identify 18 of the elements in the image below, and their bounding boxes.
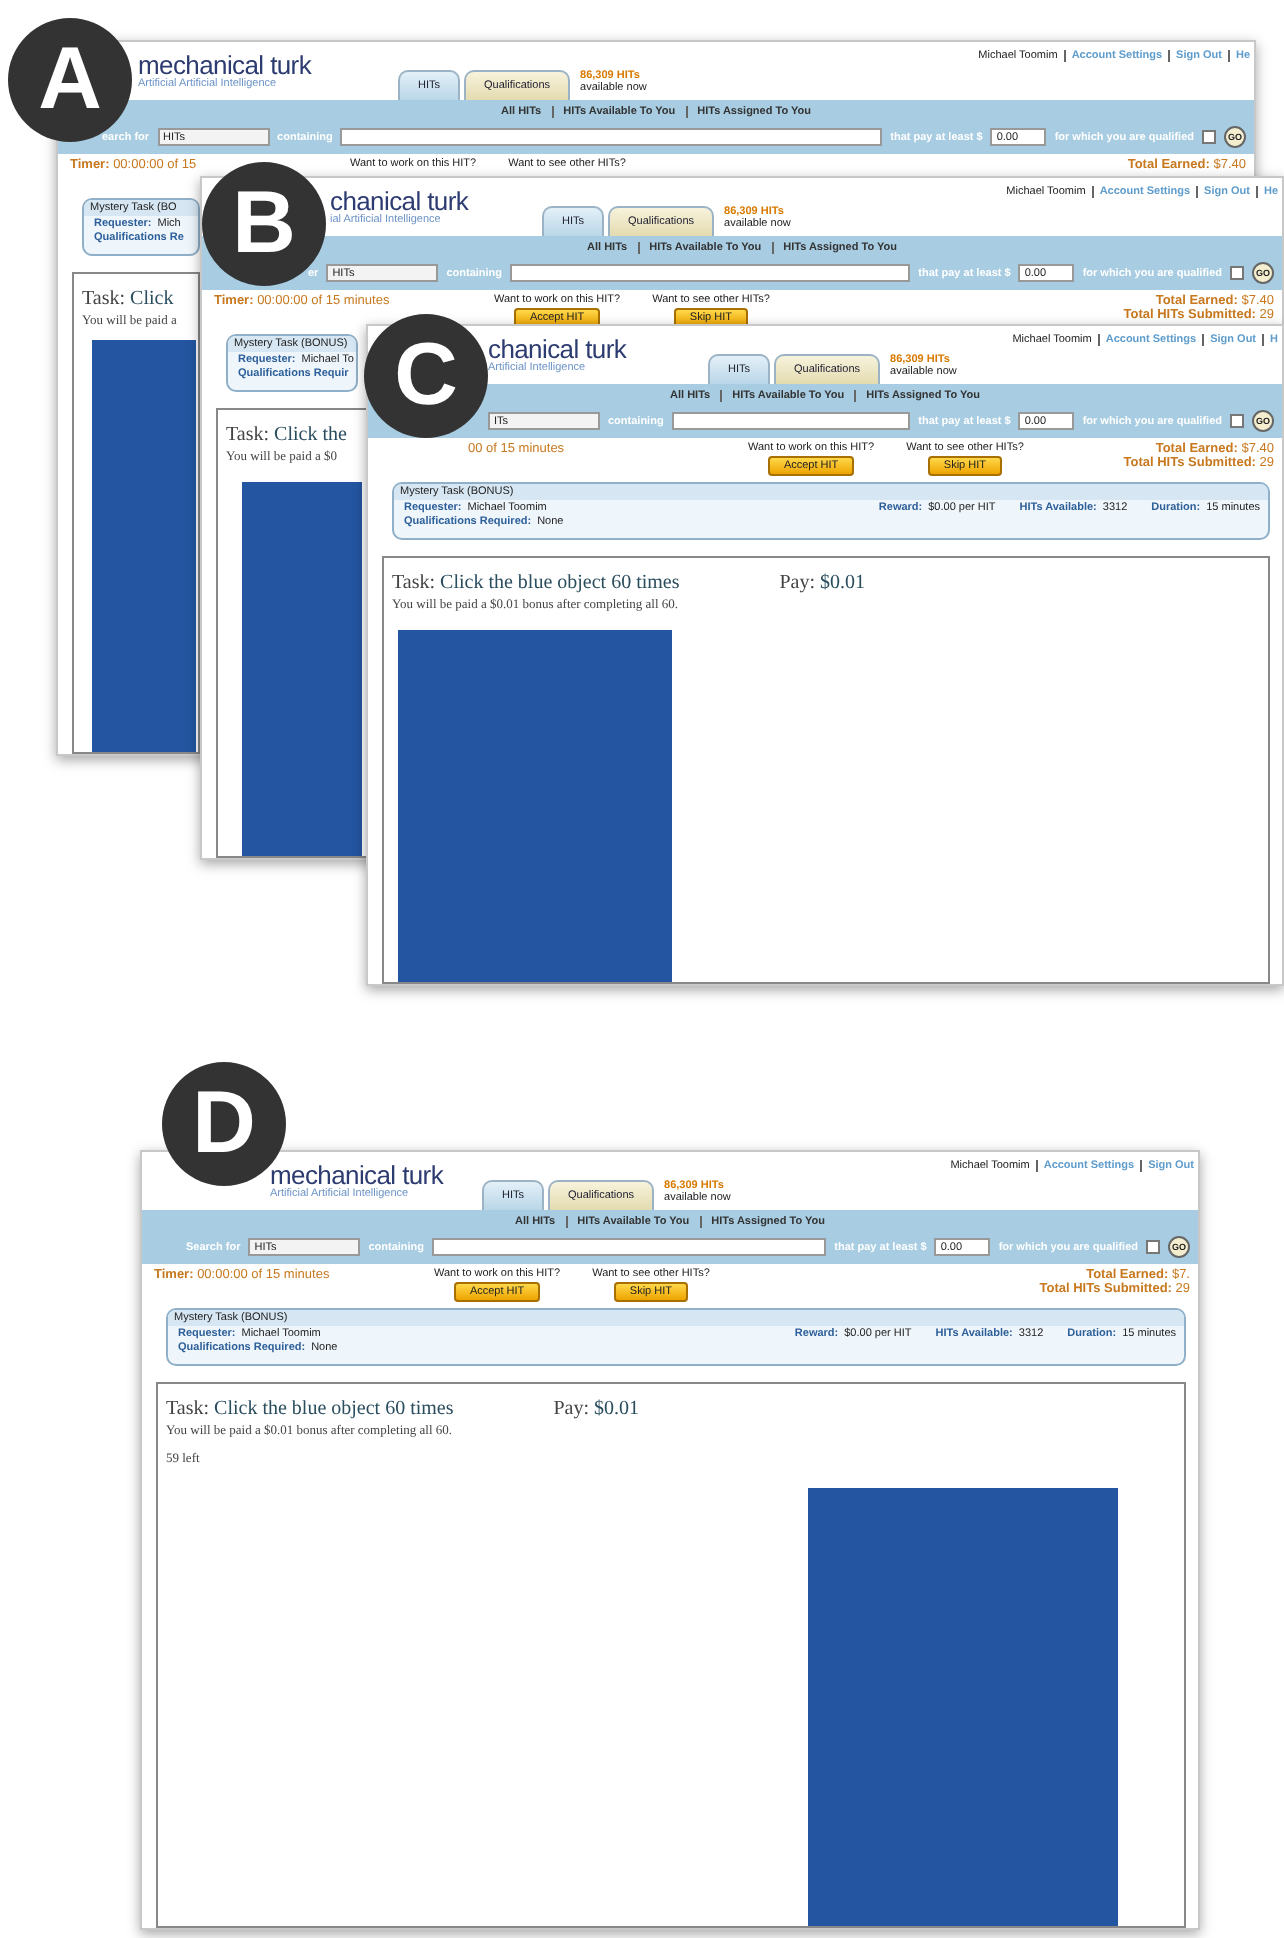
search-field[interactable] <box>510 264 911 282</box>
qualified-checkbox[interactable] <box>1146 1240 1160 1254</box>
task-title: Task: Click <box>82 288 174 310</box>
logo-text: mechanical turk <box>138 52 314 78</box>
search-field[interactable] <box>671 412 911 430</box>
search-field[interactable] <box>432 1238 827 1256</box>
qualified-checkbox[interactable] <box>1202 130 1216 144</box>
task-pay: Pay: $0.01 <box>553 1398 640 1420</box>
qualified-checkbox[interactable] <box>1230 266 1244 280</box>
search-field[interactable] <box>340 128 883 146</box>
task-title: Task: Click the blue object 60 times <box>392 572 680 594</box>
logo-text: chanical turk <box>330 188 471 214</box>
task-pay: Pay: $0.01 <box>779 572 866 594</box>
logo-text: chanical turk <box>488 336 629 362</box>
task-title: Task: Click the blue object 60 times <box>166 1398 454 1420</box>
task-title: Task: Click the <box>226 424 347 446</box>
logo-text: mechanical turk <box>270 1162 446 1188</box>
qualified-checkbox[interactable] <box>1230 414 1244 428</box>
